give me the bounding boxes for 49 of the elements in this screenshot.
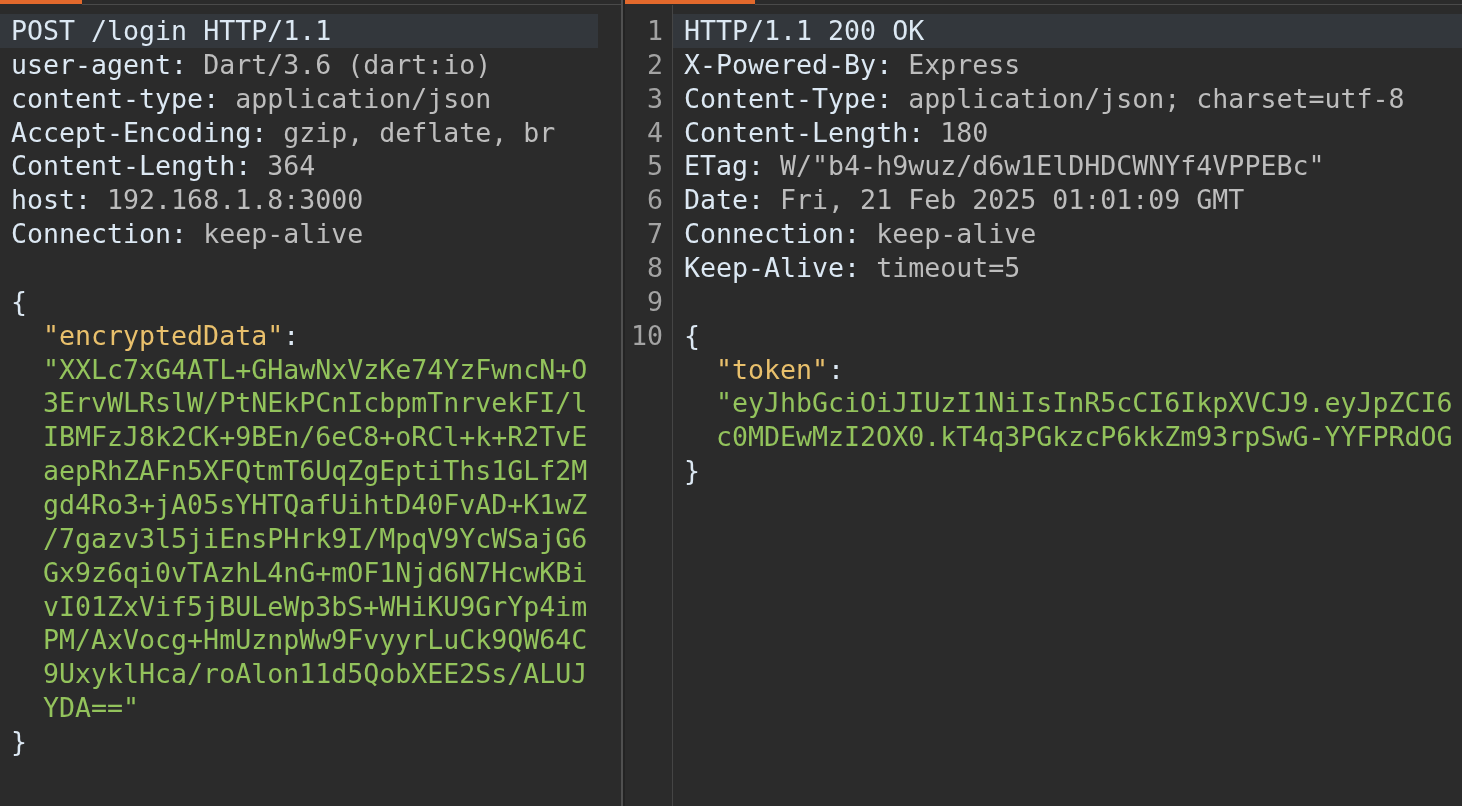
line-number: 8 xyxy=(647,252,663,283)
json-brace: } xyxy=(11,726,27,758)
header-name: X-Powered-By: xyxy=(684,48,893,80)
header-name: content-type: xyxy=(11,82,220,114)
line-number: 2 xyxy=(647,48,663,80)
header-value: Express xyxy=(908,48,1021,80)
key-colon: : xyxy=(828,353,845,385)
line-number: 3 xyxy=(647,82,663,114)
line-number: 9 xyxy=(647,285,663,317)
key-colon: : xyxy=(283,319,300,351)
header-value: keep-alive xyxy=(203,218,364,250)
json-string-value: "eyJhbGciOiJIUzI1NiIsInR5cCI6IkpXVCJ9.eyJpZCI6 xyxy=(716,386,1454,421)
header-name: user-agent: xyxy=(11,48,188,80)
line-number: 4 xyxy=(647,116,663,148)
header-name: Content-Length: xyxy=(11,150,252,182)
header-name: host: xyxy=(11,184,92,216)
json-brace: { xyxy=(11,285,27,317)
json-string-value: "XXLc7xG4ATL+GHawNxVzKe74YzFwncN+O3ErvWLRslW/PtNEkPCnIcbpmTnrvekFI/lIBMFzJ8k2CK+9BEn/6eC8+oRCl+k+R2TvEaepRhZAFn5XFQtmT6UqZgEptiThs1GLf2Mgd4Ro3+jA05sYHTQafUihtD40FvAD+K1wZ/7gazv3l5jiEnsPHrk9I/MpqV9YcWSajG6Gx9z6qi0vTAzhL4nG+mOF1Njd6N7HcwKBivI01ZxVif5jBULeWp3bS+WHiKU9GrYp4imPM/AxVocg+HmUznpWw9FvyyrLuCk9QW64C9UxyklHca/roAlon11d5QobXEE2Ss/ALUJYDA==" xyxy=(43,352,589,726)
json-brace: } xyxy=(684,455,700,487)
header-value: 180 xyxy=(940,116,989,148)
header-name: Connection: xyxy=(684,218,861,250)
header-value: keep-alive xyxy=(876,218,1037,250)
line-number: 10 xyxy=(630,319,663,351)
json-brace: { xyxy=(684,319,700,351)
request-line: POST /login HTTP/1.1 xyxy=(11,15,332,46)
header-value: application/json xyxy=(235,82,492,114)
header-value: 192.168.1.8:3000 xyxy=(107,184,364,216)
header-value: W/"b4-h9wuz/d6w1ElDHDCWNYf4VPPEBc" xyxy=(780,150,1325,182)
header-value: application/json; charset=utf-8 xyxy=(908,82,1405,114)
header-value: gzip, deflate, br xyxy=(283,116,556,148)
line-number: 1 xyxy=(647,15,663,46)
header-name: ETag: xyxy=(684,150,765,182)
header-value: Dart/3.6 (dart:io) xyxy=(203,48,492,80)
json-string-value: c0MDEwMzI2OX0.kT4q3PGkzcP6kkZm93rpSwG-YYFPRdOG xyxy=(716,420,1454,455)
line-number: 6 xyxy=(647,184,663,216)
header-name: Keep-Alive: xyxy=(684,252,861,283)
json-key: "token" xyxy=(716,353,829,385)
json-key: "encryptedData" xyxy=(43,319,284,351)
header-value: timeout=5 xyxy=(876,252,1021,283)
header-name: Date: xyxy=(684,184,765,216)
line-number: 5 xyxy=(647,150,663,182)
header-name: Content-Type: xyxy=(684,82,893,114)
header-name: Accept-Encoding: xyxy=(11,116,268,148)
status-line: HTTP/1.1 200 OK xyxy=(684,15,925,46)
header-name: Content-Length: xyxy=(684,116,925,148)
header-value: 364 xyxy=(267,150,316,182)
header-name: Connection: xyxy=(11,218,188,250)
header-value: Fri, 21 Feb 2025 01:01:09 GMT xyxy=(780,184,1245,216)
line-number: 7 xyxy=(647,218,663,250)
